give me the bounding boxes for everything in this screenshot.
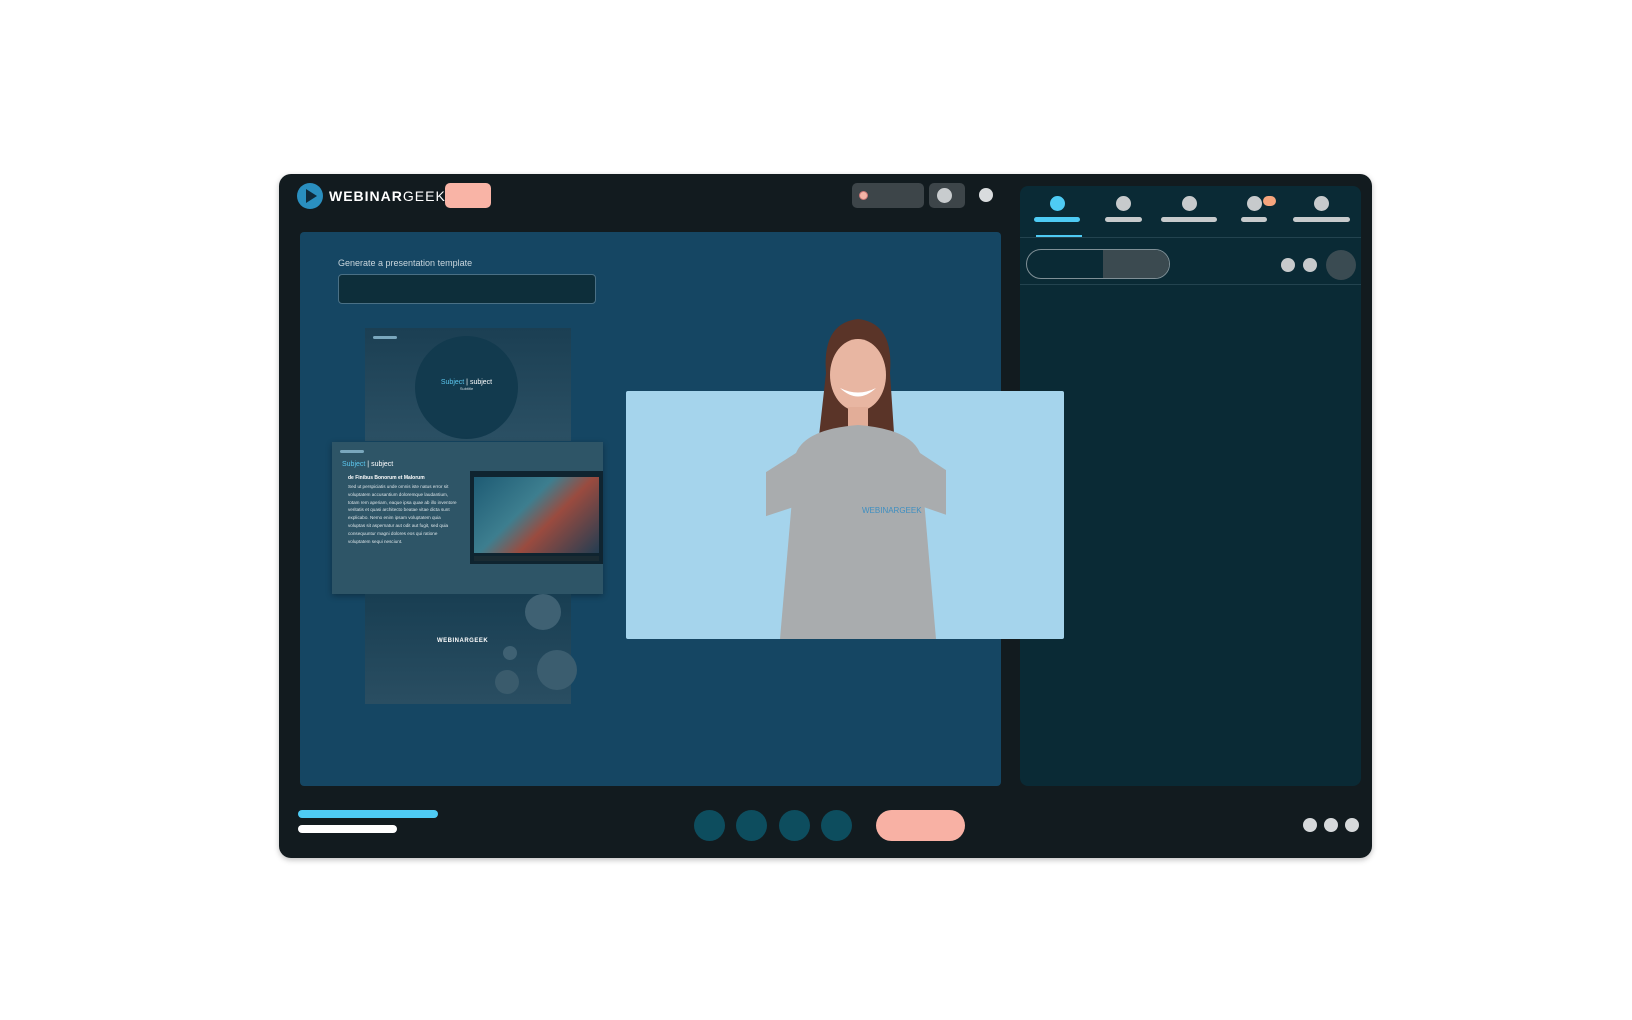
divider — [1020, 237, 1361, 238]
slide-thumbnail-end[interactable]: WEBINARGEEK — [365, 594, 577, 704]
embedded-screenshot — [470, 471, 603, 564]
control-button-1[interactable] — [694, 810, 725, 841]
control-button-2[interactable] — [736, 810, 767, 841]
panel-tab-3[interactable] — [1161, 196, 1217, 222]
camera-toggle-icon — [937, 188, 952, 203]
bottom-action-2[interactable] — [1324, 818, 1338, 832]
control-button-4[interactable] — [821, 810, 852, 841]
panel-tab-2[interactable] — [1105, 196, 1142, 222]
presenter-video: WEBINARGEEK — [626, 319, 1064, 639]
control-button-3[interactable] — [779, 810, 810, 841]
notification-badge — [1263, 196, 1276, 206]
cover-subject-accent: Subject — [440, 379, 465, 386]
generate-template-label: Generate a presentation template — [338, 258, 473, 268]
bottom-action-3[interactable] — [1345, 818, 1359, 832]
camera-toggle[interactable] — [929, 183, 965, 208]
tab-icon — [1314, 196, 1329, 211]
content-subject-accent: Subject — [342, 461, 366, 468]
avatar[interactable] — [1326, 250, 1356, 280]
logo-play-icon — [297, 183, 323, 209]
content-subject-rest: | subject — [365, 461, 394, 468]
segment-option-2[interactable] — [1103, 250, 1169, 278]
end-slide-logo: WEBINARGEEK — [437, 638, 489, 644]
panel-tab-5[interactable] — [1293, 196, 1350, 222]
logo-brand: WEBINAR — [329, 188, 403, 204]
slide-thumbnail-content[interactable]: Subject | subject de Finibus Bonorum et … — [332, 442, 603, 594]
segmented-control[interactable] — [1026, 249, 1170, 279]
webinar-title-bar — [298, 810, 438, 818]
plan-badge[interactable] — [445, 183, 491, 208]
webinargeek-logo: WEBINARGEEK — [297, 183, 446, 209]
side-panel — [1020, 186, 1361, 786]
portrait-image — [474, 477, 599, 553]
cover-subject-rest: | subject — [464, 379, 493, 386]
presenter-figure: WEBINARGEEK — [766, 319, 946, 639]
tab-icon — [1246, 196, 1262, 211]
cover-subtitle: Subtitle — [459, 386, 474, 391]
sweater-logo: WEBINARGEEK — [862, 506, 922, 515]
divider — [1020, 284, 1361, 285]
slide-mini-logo — [340, 450, 364, 453]
decor-circle — [503, 646, 517, 660]
tab-icon — [1116, 196, 1131, 211]
segment-option-1[interactable] — [1027, 250, 1103, 278]
content-heading: de Finibus Bonorum et Malorum — [348, 475, 425, 481]
tab-icon — [1181, 196, 1197, 211]
decor-circle — [537, 650, 577, 690]
speech-bubble: Subject | subject Subtitle — [415, 336, 518, 439]
panel-action-1[interactable] — [1281, 258, 1295, 272]
screenshot-toolbar — [474, 556, 599, 561]
status-indicator[interactable] — [979, 188, 993, 202]
panel-tab-1[interactable] — [1034, 196, 1080, 222]
decor-circle — [525, 594, 561, 630]
panel-action-2[interactable] — [1303, 258, 1317, 272]
decor-circle — [495, 670, 519, 694]
content-body: Sed ut perspiciatis unde omnis iste natu… — [348, 484, 457, 544]
leave-button[interactable] — [876, 810, 965, 841]
logo-brand-light: GEEK — [402, 188, 446, 204]
tab-icon — [1049, 196, 1065, 211]
generate-template-input[interactable] — [338, 274, 596, 304]
record-button[interactable] — [852, 183, 924, 208]
slide-thumbnail-cover[interactable]: Subject | subject Subtitle — [365, 328, 571, 441]
webinar-subtitle-bar — [298, 825, 397, 833]
slide-mini-logo — [373, 336, 397, 339]
record-dot-icon — [859, 191, 868, 200]
bottom-action-1[interactable] — [1303, 818, 1317, 832]
